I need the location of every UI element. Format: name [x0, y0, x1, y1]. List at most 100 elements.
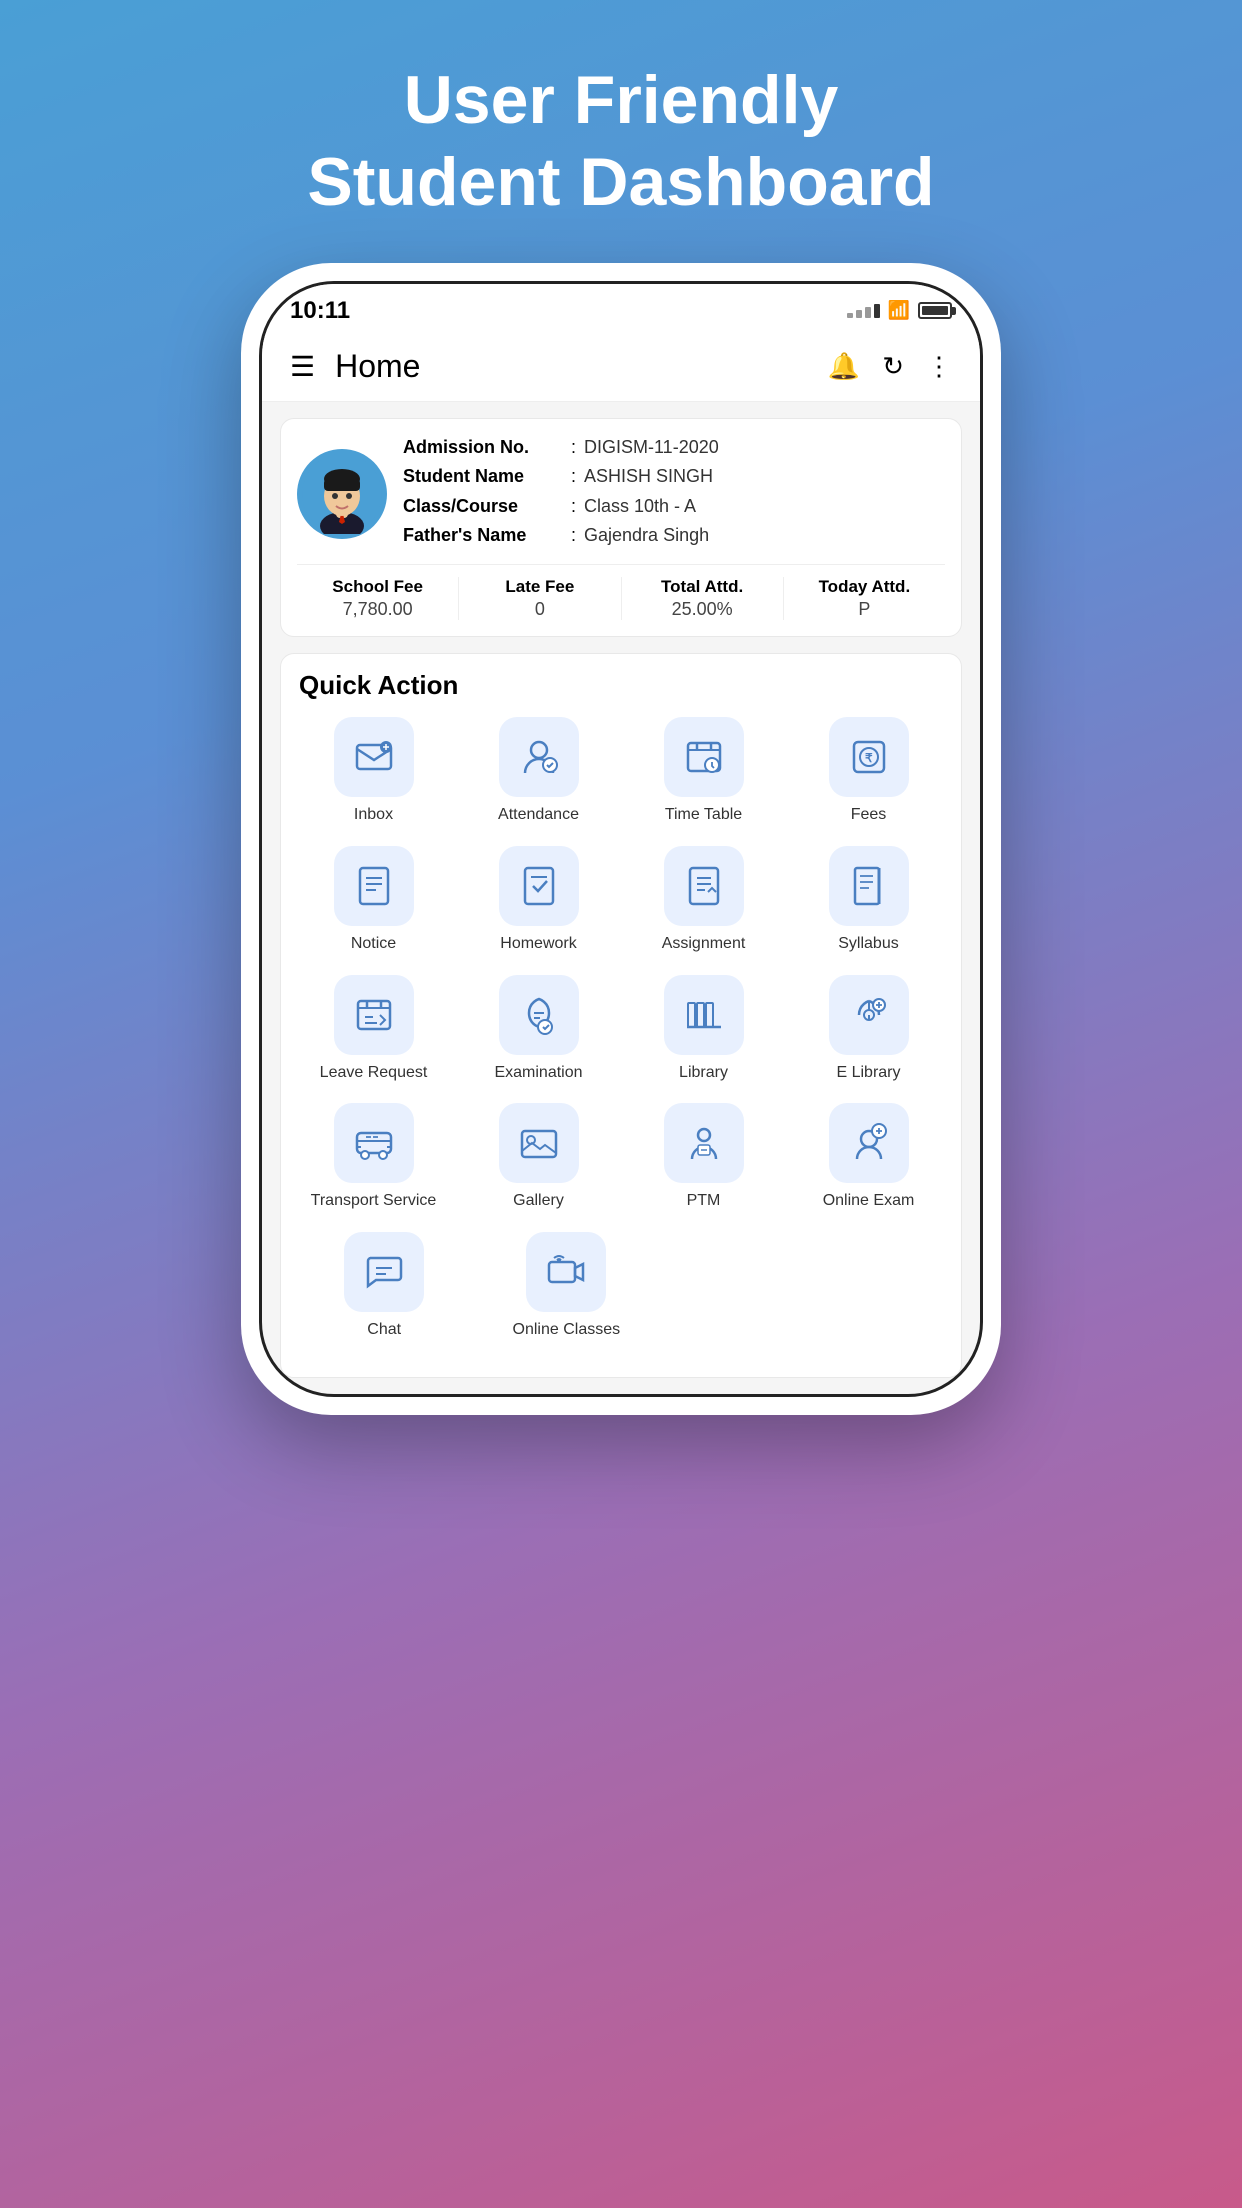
grid-item-leaverequest[interactable]: Leave Request [301, 975, 446, 1084]
father-value: Gajendra Singh [584, 523, 709, 548]
grid-item-onlineexam[interactable]: Online Exam [796, 1103, 941, 1212]
grid-item-transport[interactable]: Transport Service [301, 1103, 446, 1212]
grid-item-fees[interactable]: ₹ Fees [796, 717, 941, 826]
onlineclasses-icon-box [526, 1232, 606, 1312]
fees-icon-box: ₹ [829, 717, 909, 797]
transport-label: Transport Service [311, 1191, 437, 1212]
grid-item-ptm[interactable]: PTM [631, 1103, 776, 1212]
more-icon[interactable]: ⋮ [926, 351, 952, 382]
grid-item-attendance[interactable]: Attendance [466, 717, 611, 826]
grid-item-homework[interactable]: Homework [466, 846, 611, 955]
class-label: Class/Course [403, 494, 563, 519]
admission-row: Admission No. : DIGISM-11-2020 [403, 435, 945, 460]
elibrary-label: E Library [836, 1063, 900, 1084]
onlineclasses-label: Online Classes [513, 1320, 621, 1341]
status-time: 10:11 [290, 297, 350, 325]
profile-top: Admission No. : DIGISM-11-2020 Student N… [297, 435, 945, 552]
svg-text:₹: ₹ [865, 751, 873, 765]
onlineexam-label: Online Exam [823, 1191, 915, 1212]
student-value: ASHISH SINGH [584, 464, 713, 489]
notification-icon[interactable]: 🔔 [828, 351, 860, 382]
grid-row-3: Leave Request Examination [291, 975, 951, 1084]
quick-action-title: Quick Action [291, 670, 951, 701]
grid-row-1: Inbox Attendance [291, 717, 951, 826]
grid-item-onlineclasses[interactable]: Online Classes [500, 1232, 634, 1341]
notice-icon-box [334, 846, 414, 926]
inbox-label: Inbox [354, 805, 393, 826]
assignment-label: Assignment [662, 934, 746, 955]
headline-line2: Student Dashboard [307, 144, 934, 220]
chat-icon-box [344, 1232, 424, 1312]
headline: User Friendly Student Dashboard [307, 60, 934, 223]
gallery-icon-box [499, 1103, 579, 1183]
transport-icon-box [334, 1103, 414, 1183]
battery-icon [918, 302, 952, 319]
inbox-icon-box [334, 717, 414, 797]
grid-item-notice[interactable]: Notice [301, 846, 446, 955]
class-row: Class/Course : Class 10th - A [403, 494, 945, 519]
grid-item-library[interactable]: Library [631, 975, 776, 1084]
avatar [297, 449, 387, 539]
timetable-icon-box [664, 717, 744, 797]
examination-label: Examination [494, 1063, 582, 1084]
status-bar: 10:11 📶 [262, 284, 980, 332]
stat-today-attd: Today Attd. P [784, 577, 945, 620]
admission-value: DIGISM-11-2020 [584, 435, 719, 460]
attendance-label: Attendance [498, 805, 579, 826]
student-row: Student Name : ASHISH SINGH [403, 464, 945, 489]
chat-label: Chat [367, 1320, 401, 1341]
grid-row-2: Notice Homework [291, 846, 951, 955]
library-label: Library [679, 1063, 728, 1084]
grid-item-inbox[interactable]: Inbox [301, 717, 446, 826]
phone-frame: 10:11 📶 ☰ Home 🔔 ↻ ⋮ [241, 263, 1001, 1415]
syllabus-icon-box [829, 846, 909, 926]
leaverequest-label: Leave Request [320, 1063, 428, 1084]
grid-item-chat[interactable]: Chat [317, 1232, 451, 1341]
header-actions: 🔔 ↻ ⋮ [828, 351, 952, 382]
admission-label: Admission No. [403, 435, 563, 460]
app-header: ☰ Home 🔔 ↻ ⋮ [262, 332, 980, 402]
grid-row-4: Transport Service Gallery [291, 1103, 951, 1212]
grid-item-examination[interactable]: Examination [466, 975, 611, 1084]
quick-action-section: Quick Action Inbox [280, 653, 962, 1378]
headline-line1: User Friendly [404, 62, 839, 138]
wifi-icon: 📶 [888, 300, 910, 321]
hamburger-icon[interactable]: ☰ [290, 353, 315, 381]
status-icons: 📶 [847, 300, 952, 321]
stat-school-fee: School Fee 7,780.00 [297, 577, 459, 620]
grid-item-elibrary[interactable]: E Library [796, 975, 941, 1084]
refresh-icon[interactable]: ↻ [882, 351, 904, 382]
student-label: Student Name [403, 464, 563, 489]
stat-late-fee: Late Fee 0 [459, 577, 621, 620]
phone-screen: 10:11 📶 ☰ Home 🔔 ↻ ⋮ [259, 281, 983, 1397]
elibrary-icon-box [829, 975, 909, 1055]
library-icon-box [664, 975, 744, 1055]
grid-item-timetable[interactable]: Time Table [631, 717, 776, 826]
profile-card: Admission No. : DIGISM-11-2020 Student N… [280, 418, 962, 637]
stats-row: School Fee 7,780.00 Late Fee 0 Total Att… [297, 564, 945, 620]
onlineexam-icon-box [829, 1103, 909, 1183]
leaverequest-icon-box [334, 975, 414, 1055]
timetable-label: Time Table [665, 805, 742, 826]
homework-icon-box [499, 846, 579, 926]
homework-label: Homework [500, 934, 576, 955]
father-row: Father's Name : Gajendra Singh [403, 523, 945, 548]
grid-item-syllabus[interactable]: Syllabus [796, 846, 941, 955]
examination-icon-box [499, 975, 579, 1055]
attendance-icon-box [499, 717, 579, 797]
ptm-icon-box [664, 1103, 744, 1183]
syllabus-label: Syllabus [838, 934, 898, 955]
grid-row-5: Chat Online Classes [291, 1232, 951, 1341]
gallery-label: Gallery [513, 1191, 564, 1212]
father-label: Father's Name [403, 523, 563, 548]
signal-icon [847, 304, 880, 318]
notice-label: Notice [351, 934, 396, 955]
grid-item-gallery[interactable]: Gallery [466, 1103, 611, 1212]
stat-total-attd: Total Attd. 25.00% [622, 577, 784, 620]
grid-item-assignment[interactable]: Assignment [631, 846, 776, 955]
assignment-icon-box [664, 846, 744, 926]
profile-info: Admission No. : DIGISM-11-2020 Student N… [403, 435, 945, 552]
class-value: Class 10th - A [584, 494, 696, 519]
header-title: Home [335, 348, 808, 385]
fees-label: Fees [851, 805, 887, 826]
